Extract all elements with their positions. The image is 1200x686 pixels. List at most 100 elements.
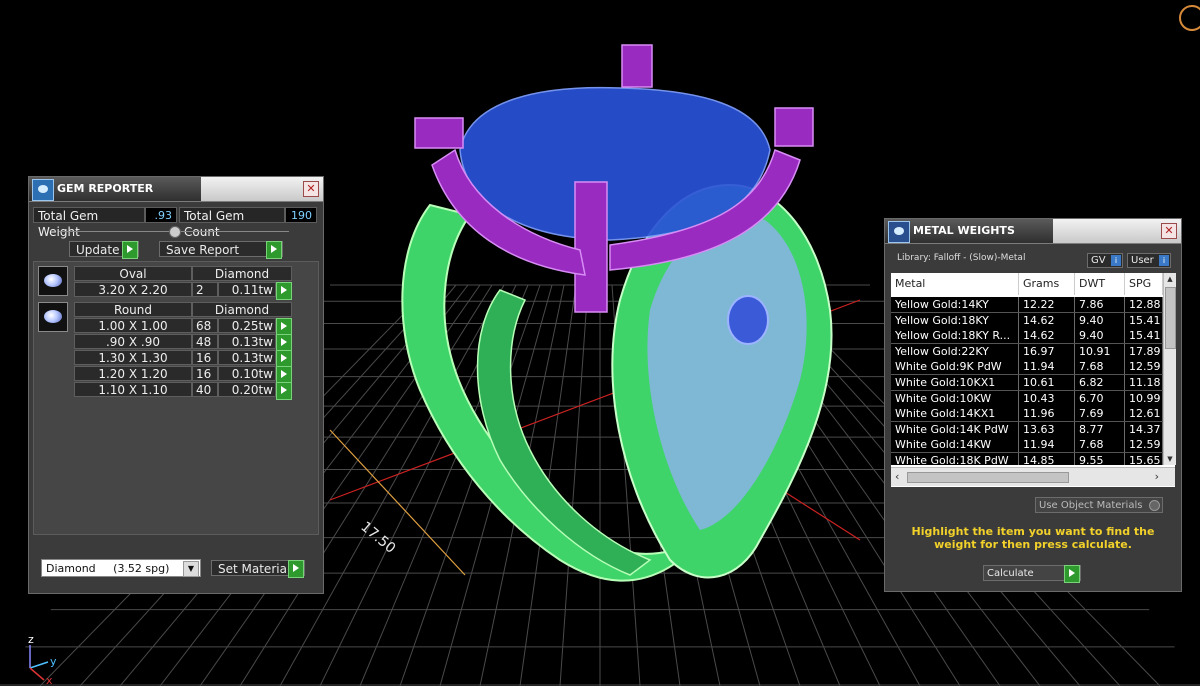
metal-weights-table[interactable]: Metal Grams DWT SPG Yellow Gold:14KY 12.2… xyxy=(891,273,1176,487)
metal-weights-panel: METAL WEIGHTS ✕ Library: Falloff - (Slow… xyxy=(884,218,1182,592)
play-icon xyxy=(1064,565,1080,583)
table-row[interactable]: Yellow Gold:18KY 14.62 9.40 15.41 xyxy=(891,312,1163,329)
column-header-dwt[interactable]: DWT xyxy=(1075,273,1125,295)
table-cell: 6.70 xyxy=(1075,390,1125,406)
total-gem-count-value: 190 xyxy=(285,207,317,223)
table-row[interactable]: White Gold:10KW 10.43 6.70 10.99 xyxy=(891,390,1163,407)
table-cell: 12.59 xyxy=(1125,437,1163,453)
table-row[interactable]: Yellow Gold:18KY R... 14.62 9.40 15.41 xyxy=(891,328,1163,345)
scroll-up-icon[interactable]: ▲ xyxy=(1164,273,1176,285)
play-icon xyxy=(266,241,282,259)
table-cell: 10.43 xyxy=(1019,390,1075,406)
table-row[interactable]: White Gold:14KX1 11.96 7.69 12.61 xyxy=(891,406,1163,423)
table-cell: 9.40 xyxy=(1075,328,1125,344)
metal-weights-titlebar[interactable]: METAL WEIGHTS ✕ xyxy=(885,219,1181,244)
update-button[interactable]: Update xyxy=(69,241,139,259)
table-cell: Yellow Gold:18KY R... xyxy=(891,328,1019,344)
round-gem-thumbnail[interactable] xyxy=(38,302,68,332)
group-material-oval: Diamond xyxy=(192,266,292,281)
table-row[interactable]: White Gold:9K PdW 11.94 7.68 12.59 xyxy=(891,359,1163,376)
corner-logo-icon xyxy=(1179,5,1200,31)
play-icon xyxy=(122,241,138,259)
table-cell: Yellow Gold:22KY xyxy=(891,343,1019,359)
user-toggle[interactable]: User i xyxy=(1127,253,1171,268)
table-row[interactable]: White Gold:14KW 11.94 7.68 12.59 xyxy=(891,437,1163,454)
scroll-down-icon[interactable]: ▼ xyxy=(1164,453,1176,465)
table-cell: 14.62 xyxy=(1019,312,1075,328)
table-cell: 11.94 xyxy=(1019,437,1075,453)
table-cell: 9.55 xyxy=(1075,453,1125,465)
save-report-button[interactable]: Save Report xyxy=(159,241,283,259)
table-cell: 12.59 xyxy=(1125,359,1163,375)
gem-list[interactable]: Oval Diamond 3.20 X 2.20 2 0.11tw Round … xyxy=(33,261,319,535)
splitter-slider[interactable] xyxy=(59,226,289,238)
material-select[interactable]: Diamond (3.52 spg) ▼ xyxy=(41,559,201,577)
table-cell: White Gold:18K PdW xyxy=(891,453,1019,465)
gv-toggle[interactable]: GV i xyxy=(1087,253,1123,268)
splitter-handle[interactable] xyxy=(169,226,181,238)
table-cell: 15.41 xyxy=(1125,328,1163,344)
center-gem[interactable] xyxy=(727,295,769,345)
table-cell: 12.22 xyxy=(1019,297,1075,312)
gem-reporter-title: GEM REPORTER xyxy=(57,182,154,195)
scroll-left-icon[interactable]: ‹ xyxy=(895,470,899,483)
group-shape-round: Round xyxy=(74,302,192,317)
table-row[interactable]: White Gold:18K PdW 14.85 9.55 15.65 xyxy=(891,453,1163,465)
metal-rows[interactable]: Yellow Gold:14KY 12.22 7.86 12.88 Yellow Gol… xyxy=(891,297,1163,465)
table-cell: 11.96 xyxy=(1019,406,1075,422)
h-scroll-thumb[interactable] xyxy=(907,472,1069,483)
group-shape-oval: Oval xyxy=(74,266,192,281)
table-cell: 14.37 xyxy=(1125,421,1163,437)
table-cell: Yellow Gold:14KY xyxy=(891,297,1019,312)
svg-text:y: y xyxy=(50,655,57,668)
chevron-down-icon[interactable]: ▼ xyxy=(183,561,199,577)
column-header-metal[interactable]: Metal xyxy=(891,273,1019,295)
play-icon xyxy=(288,560,304,578)
oval-gem-thumbnail[interactable] xyxy=(38,266,68,296)
scroll-thumb[interactable] xyxy=(1165,287,1176,349)
calculate-button[interactable]: Calculate xyxy=(983,565,1081,583)
close-icon[interactable]: ✕ xyxy=(1161,223,1177,239)
total-gem-weight-value: .93 xyxy=(145,207,177,223)
table-cell: Yellow Gold:18KY xyxy=(891,312,1019,328)
table-row[interactable]: Yellow Gold:14KY 12.22 7.86 12.88 xyxy=(891,297,1163,313)
table-cell: 15.41 xyxy=(1125,312,1163,328)
table-cell: White Gold:14KW xyxy=(891,437,1019,453)
scroll-right-icon[interactable]: › xyxy=(1155,470,1159,483)
table-cell: White Gold:14KX1 xyxy=(891,406,1019,422)
table-cell: 10.91 xyxy=(1075,343,1125,359)
table-cell: 7.86 xyxy=(1075,297,1125,312)
vertical-scrollbar[interactable]: ▲ ▼ xyxy=(1163,273,1176,465)
table-cell: 14.85 xyxy=(1019,453,1075,465)
svg-text:x: x xyxy=(46,674,53,686)
close-icon[interactable]: ✕ xyxy=(303,181,319,197)
table-cell: 11.18 xyxy=(1125,375,1163,390)
set-material-button[interactable]: Set Material xyxy=(211,560,305,578)
group-material-round: Diamond xyxy=(192,302,292,317)
use-object-materials-toggle[interactable]: Use Object Materials xyxy=(1035,497,1163,513)
table-cell: 7.68 xyxy=(1075,359,1125,375)
table-cell: 14.62 xyxy=(1019,328,1075,344)
row-play-icon[interactable] xyxy=(276,282,292,300)
total-gem-count-label: Total Gem Count xyxy=(179,207,285,239)
svg-text:z: z xyxy=(28,633,34,646)
table-cell: 10.61 xyxy=(1019,375,1075,390)
table-row[interactable]: White Gold:14K PdW 13.63 8.77 14.37 xyxy=(891,421,1163,438)
table-cell: 10.99 xyxy=(1125,390,1163,406)
info-icon: i xyxy=(1159,255,1169,266)
table-cell: 9.40 xyxy=(1075,312,1125,328)
metal-weights-icon xyxy=(888,221,910,243)
table-row[interactable]: Yellow Gold:22KY 16.97 10.91 17.89 xyxy=(891,343,1163,360)
table-row[interactable]: White Gold:10KX1 10.61 6.82 11.18 xyxy=(891,375,1163,391)
info-icon: i xyxy=(1111,255,1121,266)
column-header-grams[interactable]: Grams xyxy=(1019,273,1075,295)
table-cell: 17.89 xyxy=(1125,343,1163,359)
gem-reporter-icon xyxy=(32,179,54,201)
table-cell: 7.68 xyxy=(1075,437,1125,453)
total-gem-weight-label: Total Gem Weight xyxy=(33,207,145,239)
axis-gizmo: z y x xyxy=(28,633,57,686)
gem-reporter-titlebar[interactable]: GEM REPORTER ✕ xyxy=(29,177,323,202)
column-header-spg[interactable]: SPG xyxy=(1125,273,1163,295)
row-play-icon[interactable] xyxy=(276,382,292,400)
horizontal-scrollbar[interactable]: ‹ › xyxy=(891,467,1175,486)
